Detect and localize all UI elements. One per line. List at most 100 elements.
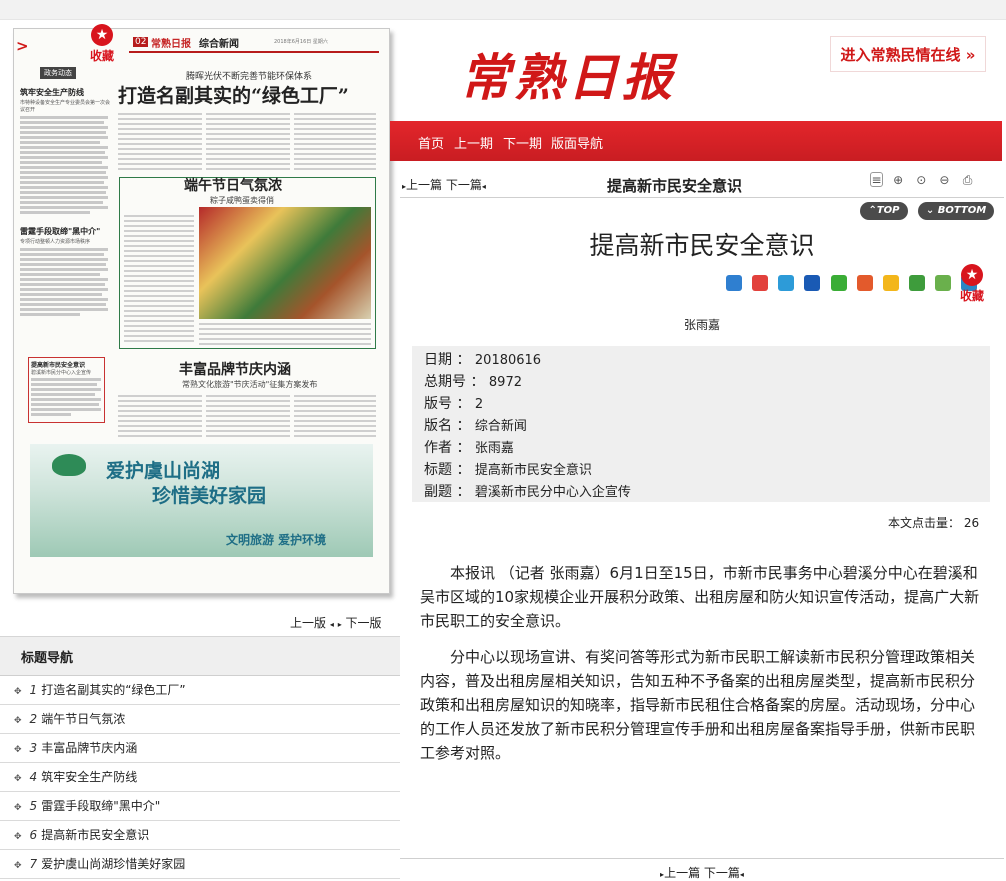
arrow-left-icon: ◂ [739,870,744,879]
story-4-sub: 市特种设备安全生产专业委员会第一次会议召开 [20,100,111,113]
article-prev-next: ▸上一篇 下一篇◂ [402,176,486,193]
share-bar [726,275,983,295]
prev-article-link[interactable]: 上一篇 [406,178,442,192]
masthead-logo[interactable]: 常熟日报 [460,38,676,110]
nav-item[interactable]: ✥ 5 雷霆手段取缔"黑中介" [0,792,400,821]
favorite-label: 收藏 [959,289,984,303]
page-date: 2018年6月16日 星期六 [274,39,328,45]
article-meta-box: 日期 ： 20180616 总期号 ： 8972 版号 ： 2 版名 ： 综合新… [412,346,990,502]
page-number: 02 [133,37,149,47]
zoom-in-icon[interactable]: ⊕ [890,173,906,189]
title-nav-header: 标题导航 [0,636,400,676]
story-5-title[interactable]: 雷霆手段取缔"黑中介" [20,226,110,237]
nav-link[interactable]: 雷霆手段取缔"黑中介" [41,799,160,813]
nav-item[interactable]: ✥ 3 丰富品牌节庆内涵 [0,734,400,763]
nav-link[interactable]: 端午节日气氛浓 [41,712,125,726]
nav-item[interactable]: ✥ 1 打造名副其实的“绿色工厂” [0,676,400,705]
bullet-icon: ✥ [14,745,22,755]
menu-page-nav[interactable]: 版面导航 [551,133,603,152]
next-page-link[interactable]: 下一版 [346,616,382,630]
main-menu-bar: 首页 上一期 下一期 版面导航 [390,121,1002,161]
share-weibo-icon[interactable] [752,275,769,291]
page-arrow-icon[interactable]: > [16,37,29,55]
chevron-up-icon: ⌃ [868,205,877,216]
prev-page-link[interactable]: 上一版 [290,616,326,630]
favorite-label: 收藏 [89,49,114,63]
meta-row-author: 作者 ： 张雨嘉 [424,440,514,456]
nav-link[interactable]: 丰富品牌节庆内涵 [41,741,137,755]
menu-next-issue[interactable]: 下一期 [503,133,542,152]
bottom-prev-article[interactable]: 上一篇 [664,866,700,880]
share-qzone-icon[interactable] [778,275,795,291]
story-1-headline[interactable]: 打造名副其实的“绿色工厂” [118,81,349,108]
bullet-icon: ✥ [14,803,22,813]
print-icon[interactable]: ⎙ [960,173,976,189]
bullet-icon: ✥ [14,832,22,842]
arrow-left-icon: ◂ [329,620,334,629]
nav-item[interactable]: ✥ 6 提高新市民安全意识 [0,821,400,850]
story-6-title: 提高新市民安全意识 [31,362,86,369]
nav-item[interactable]: ✥ 7 爱护虞山尚湖珍惜美好家园 [0,850,400,879]
meta-row-subtitle: 副题 ： 碧溪新市民分中心入企宣传 [424,484,631,500]
bullet-icon: ✥ [14,861,22,871]
bullet-icon: ✥ [14,716,22,726]
bottom-next-article[interactable]: 下一篇 [704,866,740,880]
share-renren-icon[interactable] [804,275,821,291]
newspaper-page-image[interactable]: 02 常熟日报 综合新闻 2018年6月16日 星期六 政务动态 筑牢安全生产防… [13,28,390,594]
scroll-top-button[interactable]: ⌃TOP [860,202,908,220]
nav-item[interactable]: ✥ 2 端午节日气氛浓 [0,705,400,734]
article-author: 张雨嘉 [683,318,720,332]
article-paragraph: 分中心以现场宣讲、有奖问答等形式为新市民职工解读新市民积分管理政策相关内容，普及… [420,648,976,762]
reading-tools: ≡ ⊕ ⊙ ⊖ ⎙ [870,172,979,189]
story-3-sub: 常熟文化旅游"节庆活动"征集方案发布 [182,380,318,389]
favorite-page-button[interactable]: ★ 收藏 [87,24,117,64]
meta-row-title: 标题 ： 提高新市民安全意识 [424,462,592,478]
nav-link[interactable]: 提高新市民安全意识 [41,828,149,842]
page-section: 综合新闻 [199,39,239,50]
next-article-link[interactable]: 下一篇 [446,178,482,192]
nav-item[interactable]: ✥ 4 筑牢安全生产防线 [0,763,400,792]
share-wechat-icon[interactable] [830,275,847,291]
menu-prev-issue[interactable]: 上一期 [454,133,493,152]
minqing-online-link[interactable]: 进入常熟民情在线 » [830,36,986,72]
nav-link[interactable]: 筑牢安全生产防线 [41,770,137,784]
nav-link[interactable]: 爱护虞山尚湖珍惜美好家园 [41,857,185,871]
story-3-headline[interactable]: 丰富品牌节庆内涵 [179,359,291,379]
story-6-highlight-box[interactable]: 提高新市民安全意识 碧溪新市民分中心入企宣传 [28,357,105,423]
ad-line-3: 文明旅游 爱护环境 [226,533,327,547]
story-4-title[interactable]: 筑牢安全生产防线 [20,87,110,98]
section-label: 政务动态 [40,67,76,79]
article-body: 本报讯 （记者 张雨嘉）6月1日至15日，市新市民事务中心碧溪分中心在碧溪和吴市… [420,561,982,777]
meta-row-issue: 总期号 ： 8972 [424,374,522,390]
zoom-out-icon[interactable]: ⊖ [936,173,952,189]
story-2-headline[interactable]: 端午节日气氛浓 [184,175,282,195]
page-header: 02 常熟日报 综合新闻 2018年6月16日 星期六 [129,35,379,53]
toolbar-article-title: 提高新市民安全意识 [607,177,743,195]
nav-link[interactable]: 打造名副其实的“绿色工厂” [41,683,185,697]
hit-count: 26 [963,516,980,530]
meta-row-page-name: 版名 ： 综合新闻 [424,418,527,434]
story-6-sub: 碧溪新市民分中心入企宣传 [31,370,92,376]
star-icon: ★ [961,264,983,286]
share-more-icon[interactable] [726,275,742,291]
favorite-article-button[interactable]: ★ 收藏 [957,264,987,304]
top-strip [0,0,1006,20]
ad-line-1: 爱护虞山尚湖 [106,460,221,482]
menu-home[interactable]: 首页 [418,133,444,152]
title-nav-list: ✥ 1 打造名副其实的“绿色工厂” ✥ 2 端午节日气氛浓 ✥ 3 丰富品牌节庆内涵 ✥ 4 筑… [0,676,400,879]
bullet-icon: ✥ [14,687,22,697]
article-title: 提高新市民安全意识 [589,231,815,260]
scroll-bottom-button[interactable]: ⌄ BOTTOM [918,202,994,220]
star-icon: ★ [91,24,113,46]
meta-row-date: 日期 ： 20180616 [424,352,542,368]
share-kaixin-icon[interactable] [856,275,873,291]
arrow-left-icon: ◂ [481,182,486,191]
page-pager: 上一版 ◂ ▸ 下一版 [290,614,382,631]
share-qq-icon[interactable] [882,275,899,291]
bullet-icon: ✥ [14,774,22,784]
title-nav-heading: 标题导航 [21,651,74,666]
share-tieba-icon[interactable] [935,275,952,291]
share-douban-icon[interactable] [908,275,925,291]
zoom-reset-icon[interactable]: ⊙ [913,173,929,189]
copy-icon[interactable]: ≡ [870,172,883,187]
